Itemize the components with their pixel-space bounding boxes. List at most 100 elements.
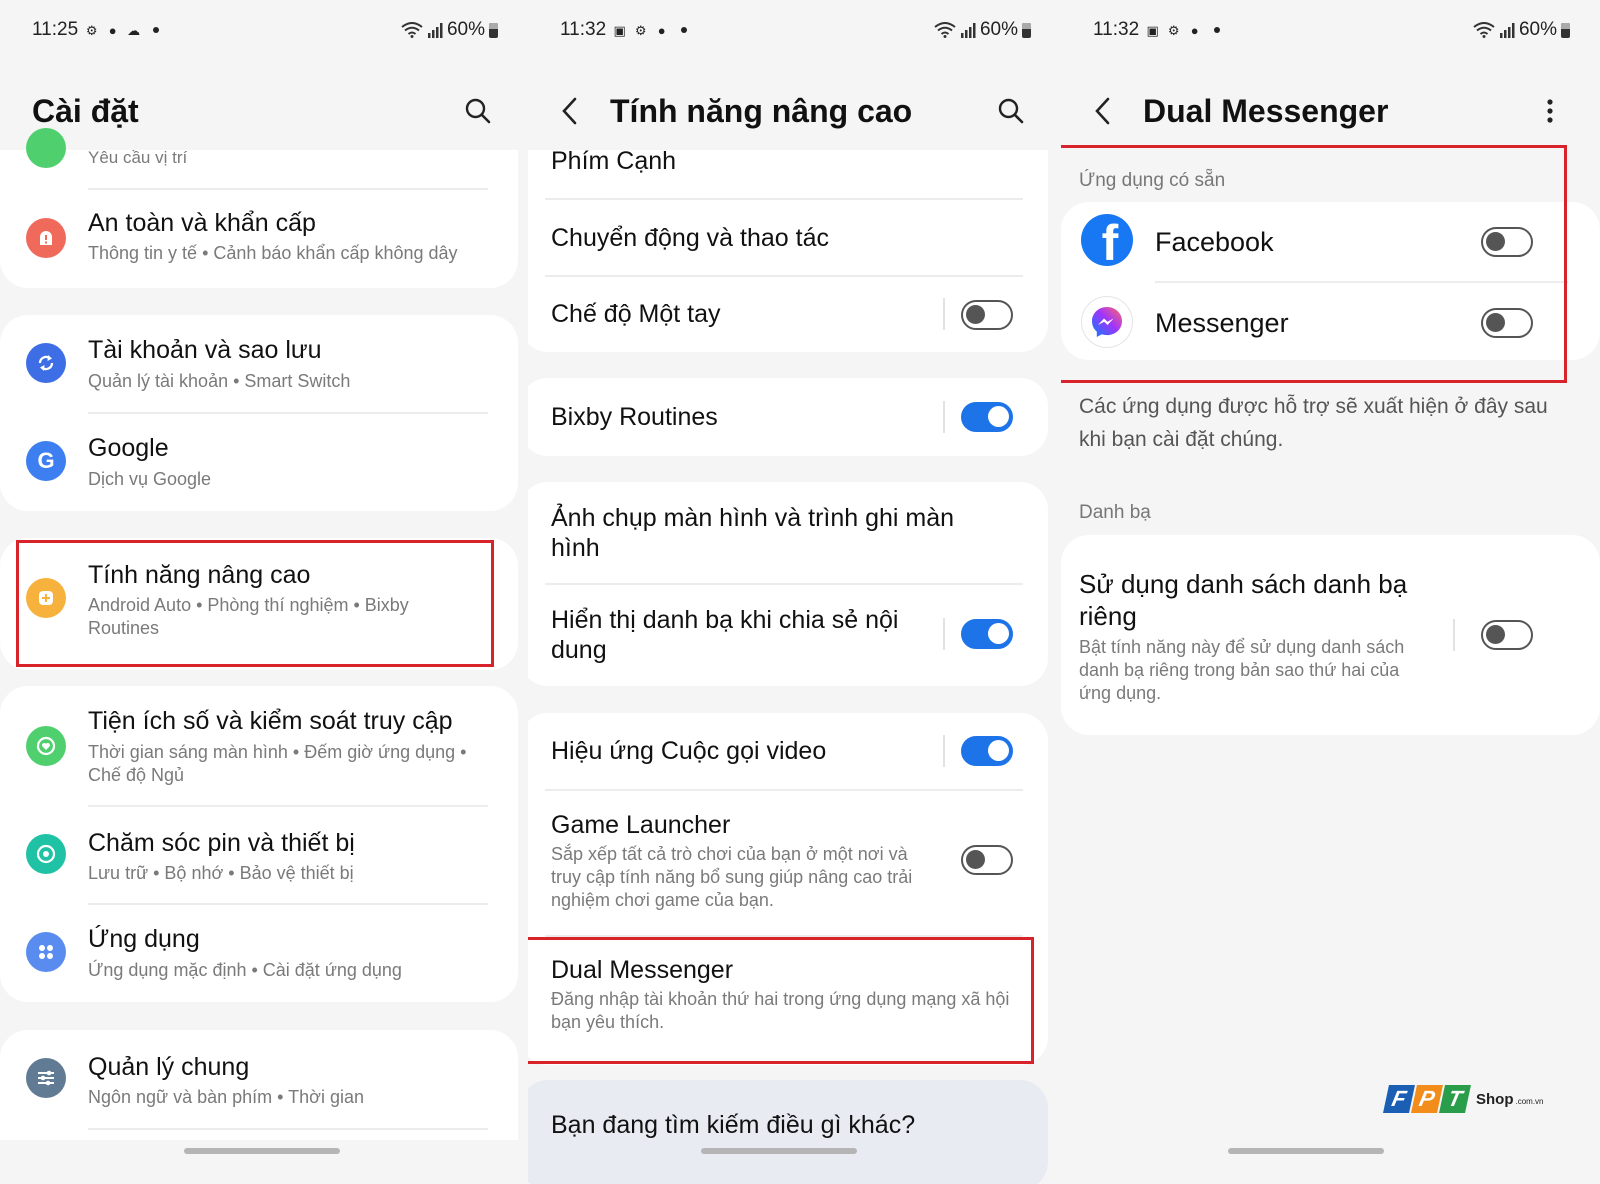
settings-header: Cài đặt [32,86,496,136]
item-subtitle: Lưu trữ • Bộ nhớ • Bảo vệ thiết bị [88,863,354,883]
item-title: Ứng dụng [88,925,200,953]
contacts-card: Sử dụng danh sách danh bạ riêng Bật tính… [1061,535,1600,735]
advanced-item-bixby-routines[interactable]: Bixby Routines [528,378,1048,456]
one-handed-toggle[interactable] [961,300,1013,330]
logo-letter: F [1383,1085,1415,1113]
fpt-shop-logo: F P T Shop .com.vn [1383,1085,1544,1113]
back-button[interactable] [1093,91,1123,131]
toggle-knob [988,740,1009,761]
home-indicator[interactable] [1228,1148,1384,1154]
dual-messenger-header: Dual Messenger [1093,86,1568,136]
game-launcher-toggle[interactable] [961,845,1013,875]
bixby-routines-toggle[interactable] [961,402,1013,432]
notification-dot-icon [153,27,160,33]
logo-letter: T [1439,1085,1471,1113]
advanced-item-game-launcher[interactable]: Game Launcher Sắp xếp tất cả trò chơi củ… [528,791,1048,935]
settings-card-safety: Yêu cầu vị trí An toàn và khẩn cấp Thông… [0,128,518,288]
siren-icon [26,218,66,258]
settings-item-safety[interactable]: An toàn và khẩn cấp Thông tin y tế • Cản… [0,190,518,288]
item-title: Tài khoản và sao lưu [88,336,322,364]
item-subtitle: Quản lý tài khoản • Smart Switch [88,371,351,391]
signal-icon [427,22,443,38]
vertical-divider [943,401,945,433]
item-title: Hiển thị danh bạ khi chia sẻ nội dung [551,606,899,664]
advanced-item-side-key[interactable]: Phím Cạnh [528,147,1048,198]
home-indicator[interactable] [701,1148,857,1154]
search-button[interactable] [460,93,496,129]
search-prompt-card[interactable]: Bạn đang tìm kiếm điều gì khác? [528,1080,1048,1184]
advanced-item-motions[interactable]: Chuyển động và thao tác [528,200,1048,276]
google-icon: G [26,441,66,481]
back-button[interactable] [560,91,590,131]
highlight-box [16,540,494,667]
item-title: Google [88,434,169,462]
more-options-button[interactable] [1532,93,1568,129]
advanced-card-2: Bixby Routines [528,378,1048,456]
cloud-icon: ☁ [127,22,141,38]
advanced-item-video-call-effects[interactable]: Hiệu ứng Cuộc gọi video [528,713,1048,789]
status-time: 11:32 [1093,19,1140,40]
battery-percent: 60% [446,19,485,40]
contacts-item-separate-list[interactable]: Sử dụng danh sách danh bạ riêng Bật tính… [1061,535,1600,735]
advanced-item-share-contacts[interactable]: Hiển thị danh bạ khi chia sẻ nội dung [528,585,1048,686]
battery-icon [1561,22,1570,38]
video-call-effects-toggle[interactable] [961,736,1013,766]
item-subtitle: Dịch vụ Google [88,469,212,489]
page-title: Dual Messenger [1143,92,1389,129]
logo-text: Shop [1476,1090,1514,1108]
page-title: Tính năng nâng cao [610,92,913,129]
settings-item-accounts[interactable]: Tài khoản và sao lưu Quản lý tài khoản •… [0,315,518,413]
page-title: Cài đặt [32,92,139,129]
search-button[interactable] [993,93,1029,129]
separate-contacts-toggle[interactable] [1481,620,1533,650]
settings-item-battery-care[interactable]: Chăm sóc pin và thiết bị Lưu trữ • Bộ nh… [0,806,518,904]
settings-item-digital-wellbeing[interactable]: Tiện ích số và kiểm soát truy cập Thời g… [0,686,518,806]
home-indicator[interactable] [184,1148,340,1154]
share-contacts-toggle[interactable] [961,619,1013,649]
settings-card-accounts: Tài khoản và sao lưu Quản lý tài khoản •… [0,315,518,511]
messenger-icon: ● [108,22,117,38]
toggle-knob [988,406,1009,427]
notification-dot-icon [681,27,688,33]
toggle-knob [988,623,1009,644]
status-bar: 11:32 ▣ ⚙ ● 60% [560,16,1031,44]
advanced-header: Tính năng nâng cao [560,86,1029,136]
item-title: Ảnh chụp màn hình và trình ghi màn hình [551,504,955,562]
item-subtitle: Sắp xếp tất cả trò chơi của bạn ở một nơ… [551,844,913,910]
vertical-divider [1453,619,1455,651]
item-subtitle: Thông tin y tế • Cảnh báo khẩn cấp không… [88,243,458,263]
toggle-knob [966,305,985,324]
item-title: Hiệu ứng Cuộc gọi video [551,737,827,765]
settings-item-general-management[interactable]: Quản lý chung Ngôn ngữ và bàn phím • Thờ… [0,1030,518,1128]
location-icon [26,128,66,168]
settings-item-google[interactable]: G Google Dịch vụ Google [0,413,518,511]
signal-icon [960,22,976,38]
logo-letter: P [1411,1085,1443,1113]
search-prompt: Bạn đang tìm kiếm điều gì khác? [551,1111,916,1139]
item-title: Phím Cạnh [551,147,677,175]
item-subtitle: Ứng dụng mặc định • Cài đặt ứng dụng [88,960,402,980]
toggle-knob [1486,625,1505,644]
divider [88,1128,488,1130]
gear-icon: ⚙ [634,22,647,38]
highlight-box [1061,145,1567,383]
item-title: Tiện ích số và kiểm soát truy cập [88,707,453,735]
notification-dot-icon [1214,27,1221,33]
back-arrow-icon [1095,97,1110,125]
messenger-icon: ● [657,22,666,38]
vertical-divider [943,618,945,650]
sliders-icon [26,1058,66,1098]
settings-panel: 11:25 ⚙ ● ☁ 60% Cài đặt Yêu cầu vị trí A… [0,0,528,1184]
advanced-item-screenshots[interactable]: Ảnh chụp màn hình và trình ghi màn hình [528,482,1048,584]
messenger-icon: ● [1190,22,1199,38]
toggle-knob [966,850,985,869]
advanced-item-one-handed[interactable]: Chế độ Một tay [528,277,1048,352]
highlight-box [528,937,1034,1064]
battery-percent: 60% [1518,19,1557,40]
sync-icon [26,343,66,383]
gear-icon: ⚙ [1167,22,1180,38]
section-label-contacts: Danh bạ [1079,502,1151,523]
settings-item-apps[interactable]: Ứng dụng Ứng dụng mặc định • Cài đặt ứng… [0,904,518,1002]
item-title: Chuyển động và thao tác [551,224,829,252]
image-icon: ▣ [1146,22,1159,38]
